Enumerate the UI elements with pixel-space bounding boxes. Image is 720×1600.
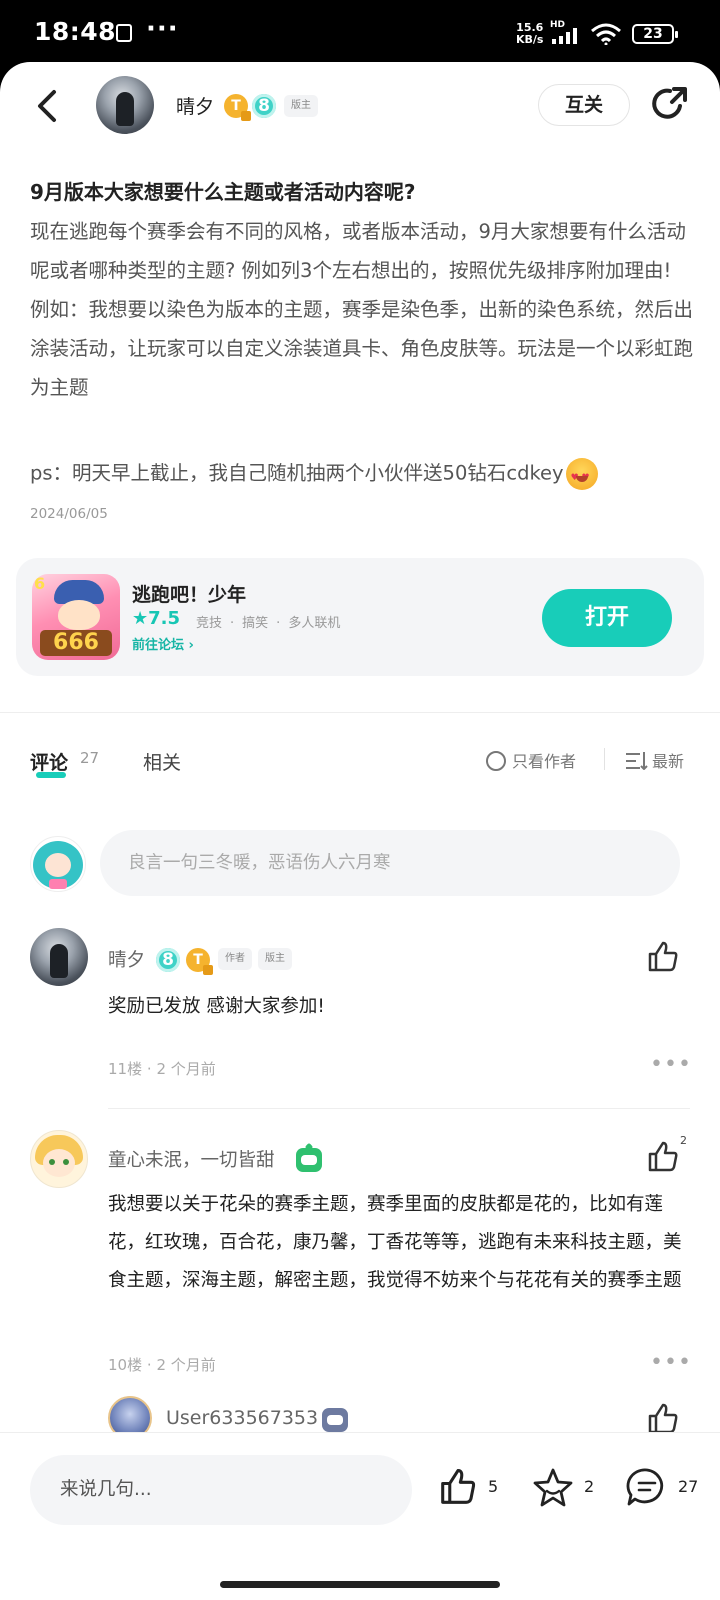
heart-eyes-emoji-icon <box>565 458 598 492</box>
like-icon[interactable] <box>646 1140 680 1174</box>
gamepad-badge-icon <box>296 1148 322 1172</box>
game-tags: 竞技 · 搞笑 · 多人联机 <box>196 616 341 631</box>
divider <box>0 712 720 713</box>
t-badge-icon: T <box>186 948 213 975</box>
post-paragraph: 现在逃跑每个赛季会有不同的风格，或者版本活动，9月大家想要有什么活动呢或者哪种类… <box>30 220 686 282</box>
post-ps-text: ps：明天早上截止，我自己随机抽两个小伙伴送50钻石cdkey <box>30 461 564 485</box>
game-icon[interactable]: 6 666 <box>32 574 120 660</box>
status-time: 18:48 <box>34 17 117 46</box>
level-badge-icon: 8 <box>156 948 180 972</box>
bottom-action-bar: 来说几句... 5 2 27 <box>0 1432 720 1600</box>
tab-comments[interactable]: 评论 <box>30 748 68 775</box>
game-name[interactable]: 逃跑吧！少年 <box>132 580 246 607</box>
comment-count: 27 <box>678 1477 699 1496</box>
t-badge-icon: T <box>224 94 251 121</box>
post-title: 9月版本大家想要什么主题或者活动内容呢? <box>30 180 416 204</box>
network-speed: 15.6 KB/s <box>516 21 544 46</box>
tab-related[interactable]: 相关 <box>143 748 181 775</box>
post-page: 晴夕 T 8 版主 互关 9月版本大家想要什么主题或者活动内容呢? 现在逃跑每个… <box>0 62 720 1600</box>
say-something-input[interactable]: 来说几句... <box>30 1455 412 1525</box>
poster-name[interactable]: 晴夕 <box>176 92 214 119</box>
game-rating: ★7.5 <box>132 608 181 629</box>
comment-author[interactable]: 晴夕 <box>108 946 145 972</box>
tab-indicator <box>36 772 66 778</box>
signal-icon <box>552 28 577 44</box>
radio-circle-icon <box>486 751 506 771</box>
comment-bubble-icon <box>626 1468 664 1506</box>
post-ps: ps：明天早上截止，我自己随机抽两个小伙伴送50钻石cdkey <box>30 458 598 492</box>
more-notifications-icon: ··· <box>146 14 179 44</box>
star-icon <box>533 1468 573 1507</box>
divider <box>604 748 605 770</box>
notification-icon <box>116 24 132 42</box>
moderator-tag: 版主 <box>258 948 292 970</box>
chevron-right-icon: › <box>188 638 194 653</box>
like-post-button[interactable]: 5 <box>438 1467 508 1507</box>
back-icon[interactable] <box>30 86 64 126</box>
sort-button[interactable]: 最新 <box>626 748 684 772</box>
poster-avatar[interactable] <box>96 76 154 134</box>
battery-icon: 23 <box>632 24 678 44</box>
comments-count: 27 <box>80 749 100 767</box>
level-badge-icon: 8 <box>252 94 276 118</box>
home-indicator[interactable] <box>220 1581 500 1588</box>
reply-author[interactable]: User633567353 <box>166 1407 318 1429</box>
like-count: 2 <box>680 1134 687 1147</box>
favorite-button[interactable]: 2 <box>532 1467 602 1507</box>
favorite-count: 2 <box>584 1477 595 1496</box>
comment-author[interactable]: 童心未泯，一切皆甜 <box>108 1146 275 1172</box>
more-options-icon[interactable]: ••• <box>650 1052 692 1077</box>
like-icon[interactable] <box>646 940 680 974</box>
moderator-tag: 版主 <box>284 95 318 117</box>
comment-meta: 11楼 · 2 个月前 <box>108 1060 216 1078</box>
post-date: 2024/06/05 <box>30 506 108 522</box>
sort-icon <box>626 752 648 771</box>
comment-button[interactable]: 27 <box>626 1467 706 1507</box>
like-count: 5 <box>488 1477 499 1496</box>
star-icon: ★ <box>132 608 149 629</box>
comment-input[interactable]: 良言一句三冬暖，恶语伤人六月寒 <box>100 830 680 896</box>
comment-meta: 10楼 · 2 个月前 <box>108 1356 216 1374</box>
only-author-toggle[interactable]: 只看作者 <box>486 748 576 772</box>
comment-text: 奖励已发放 感谢大家参加! <box>108 996 325 1017</box>
share-icon[interactable] <box>650 84 690 124</box>
follow-button[interactable]: 互关 <box>538 84 630 126</box>
comment-avatar[interactable] <box>30 1130 88 1188</box>
my-avatar <box>30 836 86 892</box>
author-tag: 作者 <box>218 948 252 970</box>
go-to-forum-link[interactable]: 前往论坛 › <box>132 634 194 653</box>
post-body: 现在逃跑每个赛季会有不同的风格，或者版本活动，9月大家想要有什么活动呢或者哪种类… <box>30 212 694 407</box>
like-icon[interactable] <box>646 1402 680 1436</box>
status-bar: 18:48 ··· 15.6 KB/s HD 23 <box>0 0 720 66</box>
game-card[interactable]: 6 666 逃跑吧！少年 ★7.5 竞技 · 搞笑 · 多人联机 前往论坛 › 打开 <box>16 558 704 676</box>
wifi-icon <box>591 23 621 45</box>
post-paragraph: 例如：我想要以染色为版本的主题，赛季是染色季，出新的染色系统，然后出涂装活动，让… <box>30 298 694 399</box>
open-game-button[interactable]: 打开 <box>542 589 672 647</box>
comment-text: 我想要以关于花朵的赛季主题，赛季里面的皮肤都是花的，比如有莲花，红玫瑰，百合花，… <box>108 1194 682 1291</box>
more-options-icon[interactable]: ••• <box>650 1350 692 1375</box>
comment-avatar[interactable] <box>30 928 88 986</box>
like-icon <box>441 1469 476 1504</box>
divider <box>108 1108 690 1109</box>
gamepad-badge-icon <box>322 1408 348 1432</box>
